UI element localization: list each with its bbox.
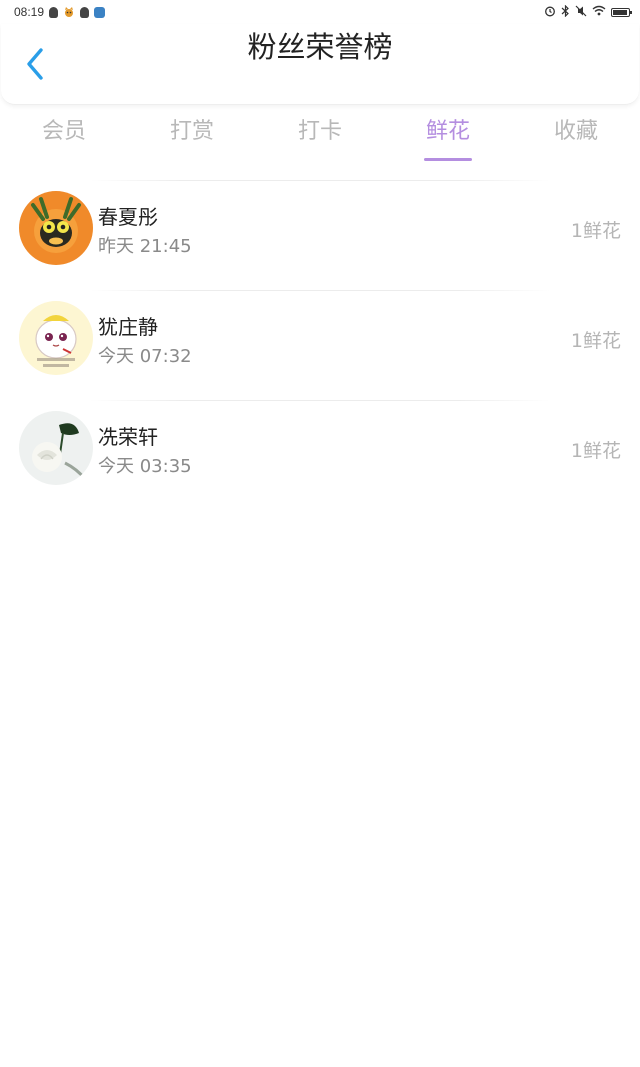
flower-count: 1鲜花 [570, 330, 621, 352]
fan-list: 春夏彤 昨天 21:45 1鲜花 犹庄静 今天 07:32 1鲜花 冼荣轩 今天… [0, 180, 640, 510]
status-time: 08:19 [14, 5, 45, 19]
list-item[interactable]: 春夏彤 昨天 21:45 1鲜花 [0, 181, 640, 290]
send-time: 今天 07:32 [98, 346, 192, 367]
status-bar: 08:19 [0, 0, 640, 24]
list-item[interactable]: 冼荣轩 今天 03:35 1鲜花 [0, 401, 640, 510]
tab-member[interactable]: 会员 [0, 108, 128, 164]
flower-count: 1鲜花 [570, 220, 621, 242]
tab-checkin[interactable]: 打卡 [256, 108, 384, 164]
chevron-left-icon [27, 48, 43, 80]
tab-flowers[interactable]: 鲜花 [384, 108, 512, 164]
status-left: 08:19 [14, 5, 106, 19]
cat-icon [63, 6, 75, 18]
back-button[interactable] [17, 46, 53, 82]
qq-icon [49, 6, 59, 18]
user-name: 犹庄静 [98, 315, 158, 339]
tab-favorites[interactable]: 收藏 [512, 108, 640, 164]
qq-icon-2 [80, 6, 90, 18]
tab-tip[interactable]: 打赏 [128, 108, 256, 164]
header-bar [1, 24, 639, 105]
send-time: 今天 03:35 [98, 456, 192, 477]
white-rose-avatar[interactable] [19, 411, 93, 485]
user-name: 春夏彤 [98, 205, 158, 229]
user-name: 冼荣轩 [98, 425, 158, 449]
wifi-icon [592, 5, 606, 19]
battery-icon [611, 7, 632, 17]
app-notification-icon [94, 6, 106, 18]
cartoon-bun-avatar[interactable] [19, 301, 93, 375]
alarm-icon [544, 5, 556, 20]
mute-icon [575, 5, 587, 20]
flower-count: 1鲜花 [570, 440, 621, 462]
tab-bar: 会员 打赏 打卡 鲜花 收藏 [0, 108, 640, 164]
list-item[interactable]: 犹庄静 今天 07:32 1鲜花 [0, 291, 640, 400]
status-right [544, 4, 632, 20]
orange-monster-avatar[interactable] [19, 191, 93, 265]
bluetooth-icon [561, 4, 570, 20]
send-time: 昨天 21:45 [98, 236, 192, 257]
